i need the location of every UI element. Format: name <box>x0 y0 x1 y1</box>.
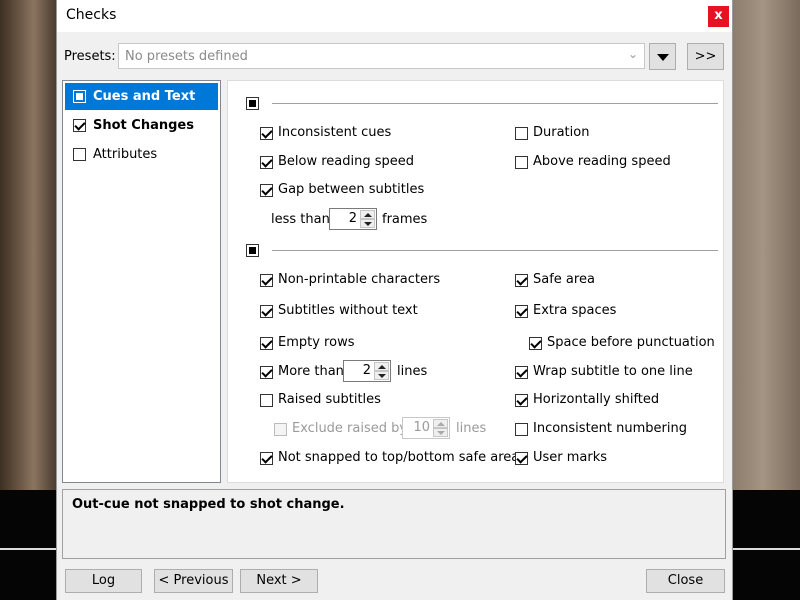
stepper-down-icon[interactable] <box>360 219 375 228</box>
description-box: Out-cue not snapped to shot change. <box>62 489 726 559</box>
checkbox[interactable] <box>529 337 542 350</box>
option-label: Subtitles without text <box>278 303 418 318</box>
title-bar: Checks x <box>57 0 732 32</box>
option-label: Extra spaces <box>533 303 617 318</box>
option-label: Safe area <box>533 272 595 287</box>
options-panel: Inconsistent cues Below reading speed Ga… <box>227 80 724 483</box>
checkbox[interactable] <box>260 394 273 407</box>
stepper-down-icon[interactable] <box>374 371 389 380</box>
checkbox[interactable] <box>515 305 528 318</box>
checkbox[interactable] <box>260 184 273 197</box>
tree-item-label: Attributes <box>93 147 158 162</box>
cues-and-text-checkbox[interactable] <box>73 90 86 103</box>
option-label: Duration <box>533 125 590 140</box>
stepper-up-icon[interactable] <box>360 210 375 219</box>
close-window-button[interactable]: x <box>708 6 729 27</box>
stepper-value: 2 <box>348 211 357 226</box>
checkbox[interactable] <box>515 366 528 379</box>
gap-frames-stepper[interactable]: 2 <box>329 208 377 230</box>
more-than-lines-stepper[interactable]: 2 <box>343 360 391 382</box>
option-label: Inconsistent cues <box>278 125 392 140</box>
stepper-value: 2 <box>362 363 371 378</box>
option-label: Gap between subtitles <box>278 182 425 197</box>
checkbox[interactable] <box>260 127 273 140</box>
shot-changes-checkbox[interactable] <box>73 119 86 132</box>
checkbox[interactable] <box>515 156 528 169</box>
raised-lines-stepper[interactable]: 10 <box>402 417 450 439</box>
checkbox[interactable] <box>260 366 273 379</box>
checkbox[interactable] <box>515 127 528 140</box>
checkbox[interactable] <box>260 156 273 169</box>
presets-dropdown-button[interactable] <box>649 43 676 70</box>
window-title: Checks <box>66 7 117 23</box>
more-than-suffix: lines <box>397 364 428 379</box>
stepper-up-icon[interactable] <box>433 419 448 428</box>
raised-suffix: lines <box>456 421 487 436</box>
group2-separator <box>272 250 718 251</box>
checks-dialog: Checks x Presets: No presets defined ⌄ >… <box>56 0 733 600</box>
presets-more-button[interactable]: >> <box>687 43 724 70</box>
checkbox[interactable] <box>274 423 287 436</box>
group2-toggle-checkbox[interactable] <box>246 244 259 257</box>
checkbox[interactable] <box>515 452 528 465</box>
option-label: Below reading speed <box>278 154 415 169</box>
previous-button[interactable]: < Previous <box>154 569 233 593</box>
tree-item-shot-changes[interactable]: Shot Changes <box>65 112 218 139</box>
option-label: Raised subtitles <box>278 392 381 407</box>
presets-value: No presets defined <box>125 49 248 64</box>
dropdown-arrow-icon <box>657 54 669 61</box>
group1-toggle-checkbox[interactable] <box>246 97 259 110</box>
attributes-checkbox[interactable] <box>73 148 86 161</box>
checkbox[interactable] <box>515 274 528 287</box>
stepper-up-icon[interactable] <box>374 362 389 371</box>
option-label: Inconsistent numbering <box>533 421 687 436</box>
stepper-value: 10 <box>413 420 430 435</box>
stepper-down-icon[interactable] <box>433 428 448 437</box>
next-button[interactable]: Next > <box>240 569 318 593</box>
option-label: More than <box>278 364 344 379</box>
chevron-down-icon: ⌄ <box>627 47 638 61</box>
option-label: Space before punctuation <box>547 335 715 350</box>
description-text: Out-cue not snapped to shot change. <box>72 497 345 512</box>
option-label: User marks <box>533 450 608 465</box>
tree-item-label: Cues and Text <box>93 89 196 104</box>
presets-combo[interactable]: No presets defined ⌄ <box>118 43 645 69</box>
close-button[interactable]: Close <box>646 569 725 593</box>
option-label: Above reading speed <box>533 154 671 169</box>
option-label: Wrap subtitle to one line <box>533 364 693 379</box>
option-label: Non-printable characters <box>278 272 441 287</box>
background-line-left <box>0 548 56 550</box>
tree-item-label: Shot Changes <box>93 118 194 133</box>
gap-suffix-label: frames <box>382 212 428 227</box>
checkbox[interactable] <box>260 274 273 287</box>
option-label: Horizontally shifted <box>533 392 660 407</box>
option-label: Exclude raised by <box>292 421 408 436</box>
tree-item-attributes[interactable]: Attributes <box>65 141 218 168</box>
category-tree: Cues and Text Shot Changes Attributes <box>62 80 221 483</box>
background-video-right <box>733 0 800 600</box>
log-button[interactable]: Log <box>65 569 142 593</box>
checkbox[interactable] <box>260 337 273 350</box>
tree-item-cues-and-text[interactable]: Cues and Text <box>65 83 218 110</box>
option-label: Not snapped to top/bottom safe area <box>278 450 520 465</box>
background-video-left <box>0 0 56 600</box>
checkbox[interactable] <box>515 423 528 436</box>
checkbox[interactable] <box>515 394 528 407</box>
gap-prefix-label: less than <box>271 212 330 227</box>
checkbox[interactable] <box>260 305 273 318</box>
background-line-right <box>733 548 800 550</box>
checkbox[interactable] <box>260 452 273 465</box>
option-label: Empty rows <box>278 335 355 350</box>
presets-label: Presets: <box>64 49 116 64</box>
group1-separator <box>272 103 718 104</box>
